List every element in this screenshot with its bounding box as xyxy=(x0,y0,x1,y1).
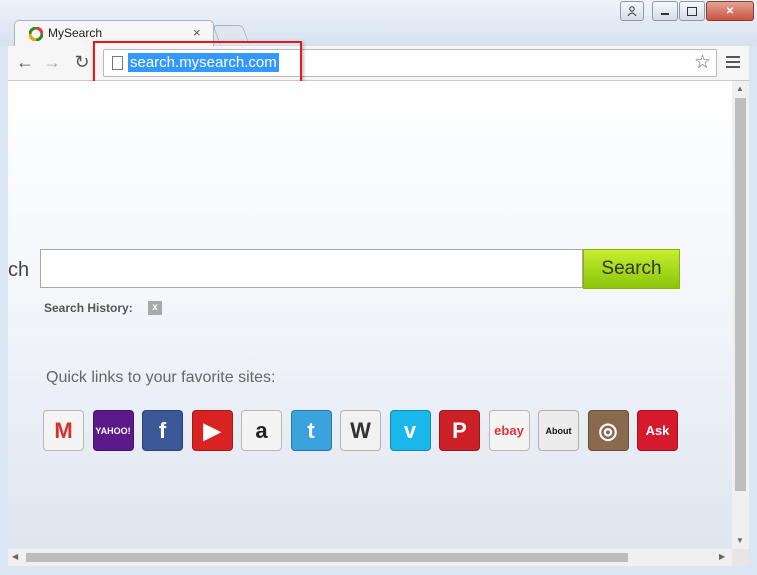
search-input[interactable] xyxy=(40,249,583,288)
browser-window: MySearch × ✕ ← → ↻ search.mysearch.com ☆… xyxy=(0,0,757,575)
gmail-icon[interactable]: M xyxy=(43,410,84,451)
tab-close-icon[interactable]: × xyxy=(193,25,201,40)
forward-button[interactable]: → xyxy=(41,51,63,73)
quick-links-title: Quick links to your favorite sites: xyxy=(46,369,276,386)
title-bar: MySearch × ✕ xyxy=(0,0,757,47)
scroll-left-icon[interactable]: ◀ xyxy=(12,552,18,561)
pinterest-icon[interactable]: P xyxy=(439,410,480,451)
page-content: ch Search Search History: x Quick links … xyxy=(8,81,732,549)
yahoo-icon[interactable]: YAHOO! xyxy=(92,410,134,451)
restore-icon xyxy=(687,6,697,16)
ask-icon[interactable]: Ask xyxy=(637,410,678,451)
wikipedia-icon[interactable]: W xyxy=(340,410,381,451)
user-profile-button[interactable] xyxy=(620,1,644,21)
close-icon: ✕ xyxy=(725,5,735,17)
minimize-icon xyxy=(661,13,669,15)
search-label: ch xyxy=(8,259,30,281)
instagram-icon[interactable]: ◎ xyxy=(587,410,629,451)
vimeo-icon[interactable]: v xyxy=(389,410,431,451)
scroll-up-icon[interactable]: ▲ xyxy=(736,84,744,93)
search-button[interactable]: Search xyxy=(583,249,680,289)
clear-history-icon[interactable]: x xyxy=(148,301,162,315)
bookmark-star-icon[interactable]: ☆ xyxy=(694,51,711,74)
youtube-icon[interactable]: ▶ xyxy=(191,410,233,451)
search-history-label: Search History: xyxy=(44,301,133,315)
horizontal-scrollbar[interactable]: ◀ ▶ xyxy=(8,549,732,566)
facebook-icon[interactable]: f xyxy=(142,410,183,451)
maximize-button[interactable] xyxy=(679,1,705,21)
ebay-icon[interactable]: ebay xyxy=(488,410,530,451)
user-icon xyxy=(627,6,637,16)
twitter-icon[interactable]: t xyxy=(290,410,332,451)
close-window-button[interactable]: ✕ xyxy=(706,1,754,21)
reload-button[interactable]: ↻ xyxy=(71,51,93,73)
tab-title: MySearch xyxy=(48,26,103,40)
scrollbar-corner xyxy=(732,549,749,566)
amazon-icon[interactable]: a xyxy=(241,410,282,451)
back-button[interactable]: ← xyxy=(14,51,36,73)
minimize-button[interactable] xyxy=(652,1,678,21)
mysearch-favicon-icon xyxy=(29,27,43,41)
vertical-scrollbar[interactable]: ▲ ▼ xyxy=(732,81,749,549)
about-icon[interactable]: About xyxy=(538,410,579,451)
scroll-right-icon[interactable]: ▶ xyxy=(719,552,725,561)
horizontal-scroll-thumb[interactable] xyxy=(26,553,628,562)
chrome-menu-icon[interactable] xyxy=(726,53,740,71)
scroll-down-icon[interactable]: ▼ xyxy=(736,536,744,545)
vertical-scroll-thumb[interactable] xyxy=(735,98,746,491)
